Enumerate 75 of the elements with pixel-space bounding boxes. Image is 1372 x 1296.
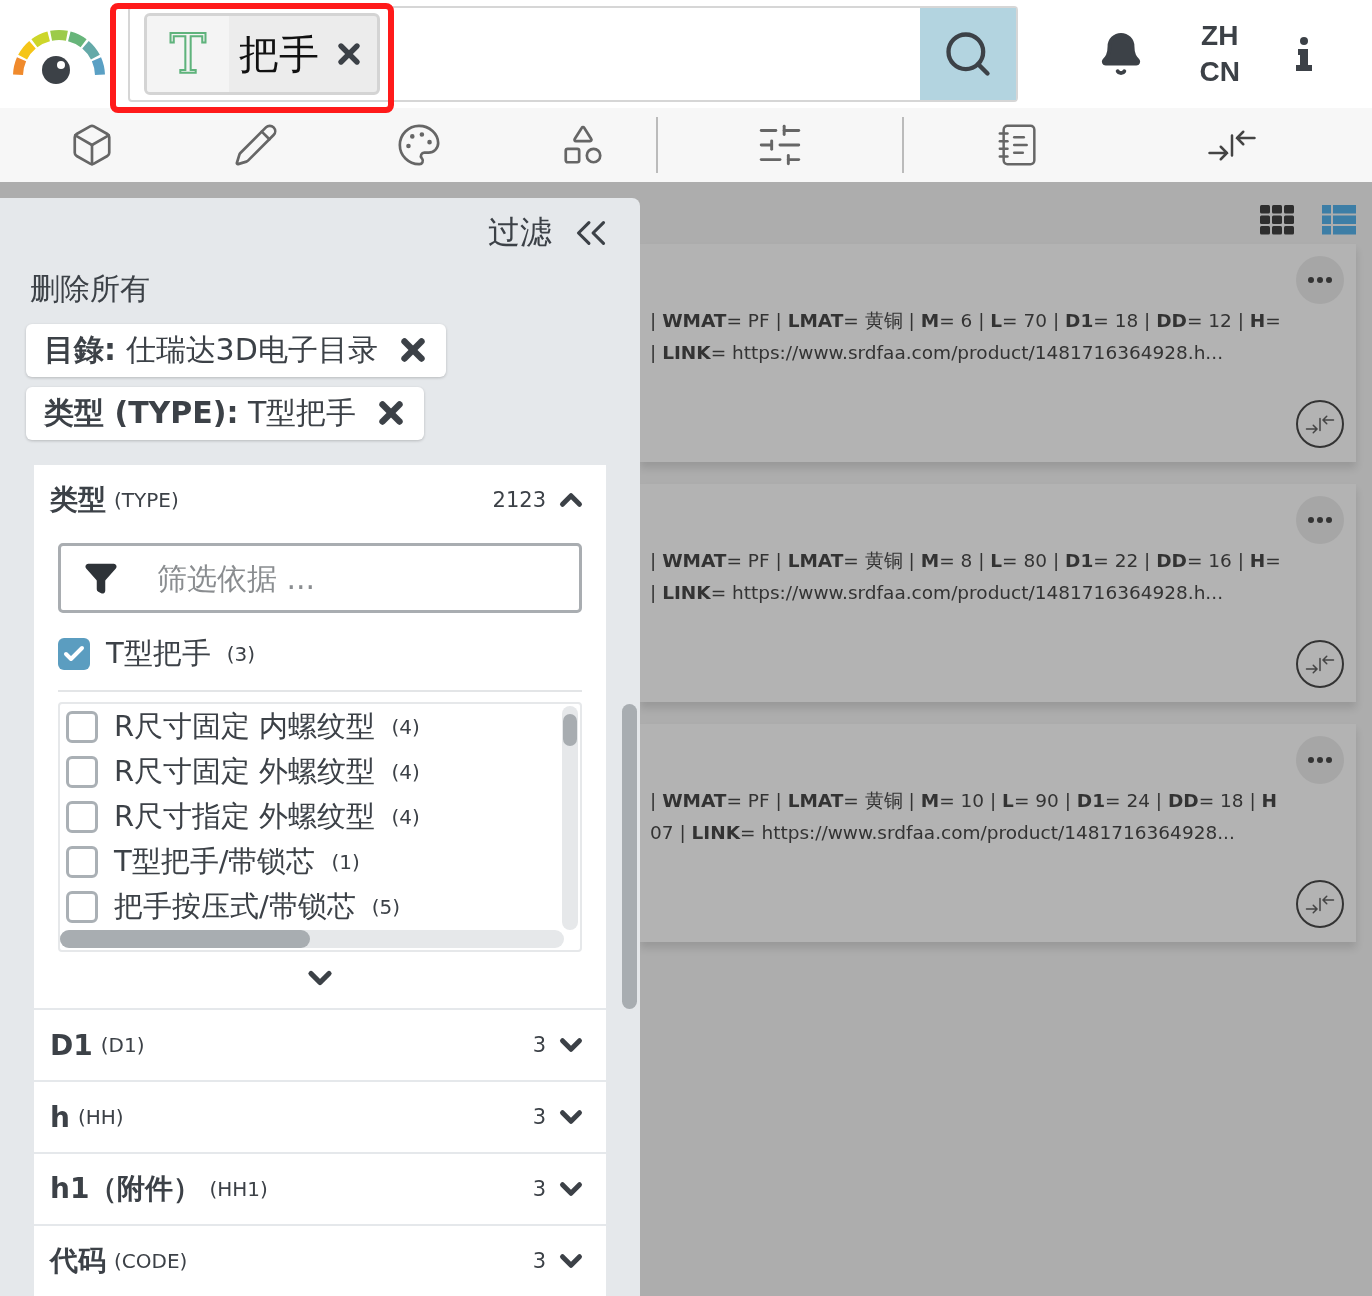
compare-arrows-icon	[1305, 653, 1335, 675]
facet-filter-field[interactable]: 筛选依据 ...	[58, 543, 582, 613]
result-link-line: | LINK= https://www.srdfaa.com/product/1481716364928.h...	[650, 341, 1224, 365]
facet-header[interactable]: h (HH) 3	[34, 1082, 606, 1152]
grid-icon	[1260, 205, 1294, 235]
compare-button[interactable]	[1296, 400, 1344, 448]
compare-arrows-icon	[1305, 893, 1335, 915]
option-label: 把手按压式/带锁芯	[114, 887, 356, 925]
panel-title: 过滤	[488, 212, 552, 254]
facet-code: (TYPE)	[114, 488, 179, 512]
result-attributes: | WMAT= PF | LMAT= 黄铜 | M= 10 | L= 90 | D1= 24 | DD= 18 | H	[650, 789, 1279, 813]
search-term-chip[interactable]: T 把手	[144, 13, 380, 95]
option-count: (1)	[331, 849, 360, 874]
more-options-button[interactable]	[1296, 736, 1344, 784]
checkbox[interactable]	[66, 800, 98, 833]
compare-arrows-icon	[1207, 127, 1257, 163]
filter-icon	[84, 561, 118, 595]
more-icon	[1308, 517, 1332, 523]
facet-count: 3	[532, 1249, 546, 1273]
facet-name: 代码	[50, 1243, 106, 1279]
facet-name: h	[50, 1100, 70, 1134]
option-label: T型把手	[106, 634, 211, 672]
facet-count: 2123	[492, 488, 546, 512]
option-count: (4)	[391, 759, 420, 784]
info-icon[interactable]	[1296, 37, 1312, 71]
search-button[interactable]	[920, 8, 1016, 100]
more-icon	[1308, 277, 1332, 283]
checkbox[interactable]	[58, 637, 90, 670]
clear-all-link[interactable]: 删除所有	[30, 268, 150, 310]
facet-code: (HH1)	[209, 1177, 268, 1201]
checkbox[interactable]	[66, 890, 98, 923]
facet-name: h1（附件）	[50, 1171, 202, 1207]
language-code[interactable]: ZH CN	[1199, 18, 1240, 90]
facet-count: 3	[532, 1177, 546, 1201]
compare-arrows-icon	[1305, 413, 1335, 435]
option-label: R尺寸固定 内螺纹型	[114, 707, 376, 745]
option-label: R尺寸固定 外螺纹型	[114, 752, 376, 790]
chip-label: 把手	[238, 29, 320, 79]
compare-button[interactable]	[1296, 880, 1344, 928]
facet-header[interactable]: 类型 (TYPE) 2123	[34, 465, 606, 535]
option-count: (4)	[391, 804, 420, 829]
facet-count: 3	[532, 1105, 546, 1129]
grid-view-button[interactable]	[1260, 205, 1294, 235]
facet-header[interactable]: h1（附件） (HH1) 3	[34, 1154, 606, 1224]
more-options-button[interactable]	[1296, 496, 1344, 544]
facet-code: (CODE)	[114, 1249, 188, 1273]
facet-count: 3	[532, 1033, 546, 1057]
result-link-line: | LINK= https://www.srdfaa.com/product/1481716364928.h...	[650, 581, 1224, 605]
option-count: (4)	[391, 714, 420, 739]
option-count: (5)	[371, 894, 401, 919]
filter-chip-label: 类型 (TYPE): T型把手	[44, 393, 357, 432]
list-icon	[1322, 205, 1356, 235]
facet-name: D1	[50, 1028, 93, 1062]
facet-header[interactable]: D1 (D1) 3	[34, 1010, 606, 1080]
filter-chip-label: 目錄: 仕瑞达3D电子目录	[44, 330, 378, 369]
search-field[interactable]: T 把手	[128, 6, 1018, 102]
text-type-icon: T	[147, 16, 229, 92]
option-count: (3)	[226, 641, 256, 666]
pencil-icon	[233, 122, 279, 168]
checkbox[interactable]	[66, 710, 98, 743]
option-label: R尺寸指定 外螺纹型	[114, 797, 376, 835]
facet-code: (D1)	[100, 1033, 145, 1057]
facet-code: (HH)	[77, 1105, 124, 1129]
more-icon	[1308, 757, 1332, 763]
facet-header[interactable]: 代码 (CODE) 3	[34, 1226, 606, 1296]
option-label: T型把手/带锁芯	[114, 842, 316, 880]
palette-icon	[396, 122, 442, 168]
result-attributes: | WMAT= PF | LMAT= 黄铜 | M= 6 | L= 70 | D1= 18 | DD= 12 | H=	[650, 309, 1282, 333]
checkbox[interactable]	[66, 755, 98, 788]
more-options-button[interactable]	[1296, 256, 1344, 304]
facet-name: 类型	[50, 482, 106, 518]
compare-button[interactable]	[1296, 640, 1344, 688]
result-attributes: | WMAT= PF | LMAT= 黄铜 | M= 8 | L= 80 | D1= 22 | DD= 16 | H=	[650, 549, 1282, 573]
result-link-line: 07 | LINK= https://www.srdfaa.com/product/1481716364928...	[650, 821, 1236, 845]
checkbox[interactable]	[66, 845, 98, 878]
